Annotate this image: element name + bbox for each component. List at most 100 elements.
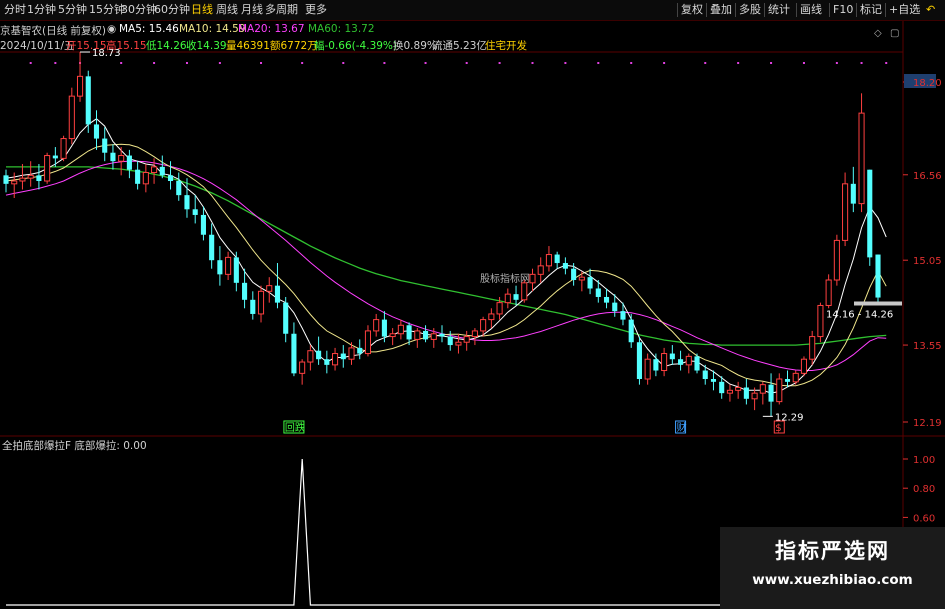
candle	[842, 172, 849, 247]
candle	[102, 127, 108, 162]
candle-body-up	[68, 95, 75, 140]
candle	[685, 353, 692, 374]
settings-dot-icon[interactable]: ◉	[107, 23, 116, 35]
quote-sector[interactable]: 住宅开发	[485, 38, 527, 53]
candle-body-down	[291, 333, 297, 374]
period-tab-3[interactable]: 15分钟	[89, 2, 125, 18]
candle-body-down	[439, 333, 445, 337]
period-tab-5[interactable]: 60分钟	[154, 2, 190, 18]
candle	[85, 70, 91, 133]
tool-button-7[interactable]: +自选	[889, 2, 920, 18]
tool-button-2[interactable]: 多股	[739, 2, 761, 18]
tool-button-5[interactable]: F10	[833, 2, 853, 18]
candle	[587, 268, 593, 295]
candle-body-up	[833, 239, 840, 281]
event-marker-label: $	[775, 423, 781, 434]
period-tab-6[interactable]: 日线	[191, 2, 213, 18]
quote-open: 开15.15	[66, 40, 107, 52]
candle-body-up	[11, 180, 18, 185]
candle-body-down	[702, 370, 708, 380]
signal-dot	[704, 62, 707, 64]
signal-dot	[737, 62, 740, 64]
period-tab-0[interactable]: 分时	[4, 2, 26, 18]
signal-dot	[218, 62, 221, 64]
candle	[529, 268, 536, 292]
candle-body-down	[587, 277, 593, 289]
signal-dot	[465, 62, 468, 64]
candle-body-down	[200, 214, 206, 235]
candle-body-up	[685, 355, 692, 366]
signal-dot	[802, 62, 805, 64]
ma5-label: MA5: 15.46	[119, 23, 179, 35]
candle-body-down	[669, 353, 675, 360]
candle-body-up	[266, 285, 273, 292]
tool-button-0[interactable]: 复权	[681, 2, 703, 18]
candle-body-down	[653, 359, 659, 371]
candle-body-up	[817, 304, 824, 338]
candle	[68, 87, 75, 145]
candle-body-up	[463, 336, 470, 343]
signal-dot	[29, 62, 32, 64]
candle	[471, 328, 478, 346]
candle-body-up	[809, 336, 816, 360]
candle-body-down	[242, 282, 248, 300]
back-arrow-icon[interactable]: ↶	[926, 2, 935, 18]
indicator-y-label: 0.80	[913, 484, 935, 495]
y-tick-label: 16.56	[913, 171, 942, 182]
candle-body-down	[562, 263, 568, 269]
candle	[36, 164, 42, 190]
candle-body-up	[299, 361, 306, 374]
chart-canvas[interactable]: ◇ ▢18.2016.5615.0513.5512.1918.7312.2914.…	[0, 0, 945, 609]
period-tab-2[interactable]: 5分钟	[58, 2, 87, 18]
candle	[52, 147, 58, 167]
candle-body-up	[488, 313, 495, 321]
tool-button-6[interactable]: 标记	[860, 2, 882, 18]
candle-body-up	[27, 174, 34, 179]
quote-turnover: 换0.89%	[393, 40, 437, 52]
candle	[332, 347, 339, 371]
candle	[225, 251, 232, 281]
period-tab-8[interactable]: 月线	[241, 2, 263, 18]
stock-name[interactable]: 京基智农(日线 前复权)	[0, 23, 106, 38]
watermark-title: 指标严选网	[775, 539, 890, 563]
candle	[833, 234, 840, 286]
period-tab-9[interactable]: 多周期	[265, 2, 298, 18]
candle	[653, 353, 659, 377]
tool-button-4[interactable]: 画线	[800, 2, 822, 18]
period-tab-1[interactable]: 1分钟	[27, 2, 56, 18]
candle-body-down	[209, 234, 215, 261]
candle-body-down	[381, 319, 387, 337]
candle-body-up	[759, 384, 766, 394]
candle-body-down	[3, 175, 9, 184]
candle-body-down	[719, 381, 725, 394]
toolbar-separator	[796, 3, 797, 17]
candle-body-up	[257, 290, 265, 315]
price-range-bar	[854, 301, 902, 306]
signal-dot	[630, 62, 633, 64]
candle	[126, 149, 132, 179]
candle-body-down	[36, 175, 42, 182]
ma5-line	[5, 118, 887, 394]
candle	[19, 164, 26, 190]
period-tab-7[interactable]: 周线	[216, 2, 238, 18]
candle-body-down	[867, 169, 873, 258]
indicator-y-label: 1.00	[913, 455, 935, 466]
candle-body-up	[735, 386, 742, 391]
candle	[357, 339, 363, 360]
candle-body-down	[875, 254, 881, 298]
signal-dot	[424, 62, 427, 64]
period-tab-10[interactable]: 更多	[305, 2, 327, 18]
candle-body-down	[85, 76, 91, 125]
candle-body-up	[332, 353, 339, 366]
tool-button-1[interactable]: 叠加	[710, 2, 732, 18]
candle	[414, 328, 421, 348]
candle-body-down	[126, 155, 132, 170]
candle	[545, 246, 552, 272]
toolbar-separator	[735, 3, 736, 17]
period-tab-4[interactable]: 30分钟	[121, 2, 157, 18]
candle	[233, 251, 239, 292]
candle-body-up	[60, 138, 67, 159]
candle	[628, 313, 634, 348]
tool-button-3[interactable]: 统计	[768, 2, 790, 18]
toolbar-separator	[829, 3, 830, 17]
